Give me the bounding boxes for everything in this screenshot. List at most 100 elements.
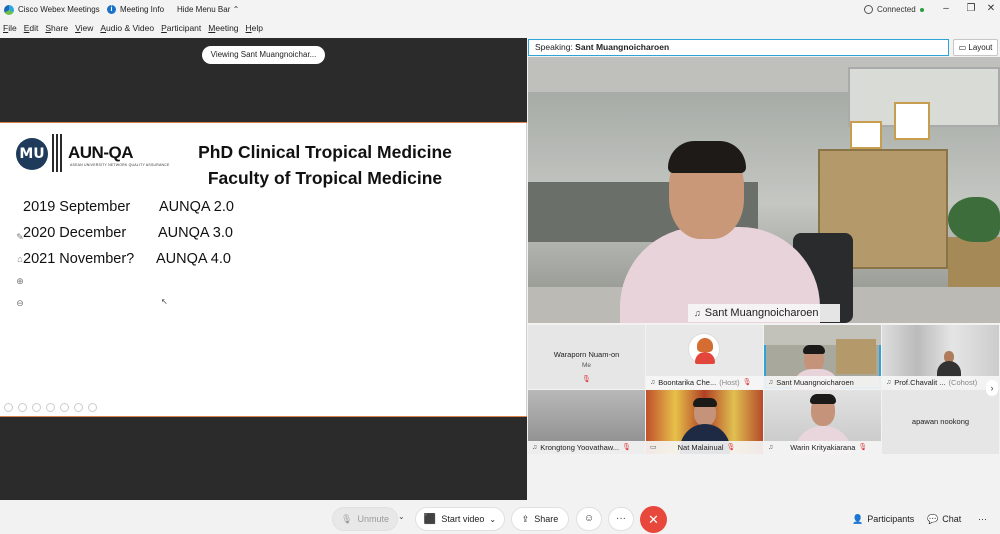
webex-logo-icon: [4, 4, 14, 15]
more-options-button[interactable]: ···: [608, 507, 634, 531]
slide-row-version: AUNQA 3.0: [158, 225, 233, 241]
tool-forward-icon[interactable]: [18, 403, 27, 412]
menu-audio-video[interactable]: Audio & Video: [100, 23, 154, 33]
video-certificate: [850, 121, 882, 149]
participant-tile[interactable]: ♫ Prof.Chavalit ... (Cohost): [882, 325, 999, 389]
maximize-button[interactable]: ❐: [960, 0, 982, 19]
slide-bottom-toolbar: [4, 403, 97, 413]
aunqa-logo-subtitle: ASEAN UNIVERSITY NETWORK QUALITY ASSURAN…: [70, 163, 170, 167]
aunqa-logo-bars: [52, 134, 66, 172]
tool-more-icon[interactable]: [74, 403, 83, 412]
participant-tile[interactable]: apawan nookong: [882, 390, 999, 454]
reactions-button[interactable]: ☺: [576, 507, 602, 531]
zoom-in-icon[interactable]: ⊕: [10, 270, 30, 292]
app-title: Cisco Webex Meetings: [4, 0, 100, 19]
speaking-name: Sant Muangnoicharoen: [575, 42, 670, 52]
start-video-button[interactable]: ⬛ Start video ⌄: [415, 507, 505, 531]
participant-label: ♫ Prof.Chavalit ... (Cohost): [882, 376, 999, 389]
menu-share[interactable]: Share: [45, 23, 68, 33]
participant-label: ♫ Boontarika Che... (Host) 🎙: [646, 376, 763, 389]
tool-grid-icon[interactable]: [46, 403, 55, 412]
connection-status[interactable]: Connected: [864, 0, 924, 19]
participant-role: (Host): [719, 378, 740, 387]
start-video-label: Start video: [441, 514, 485, 524]
menu-audio-video-label: udio & Video: [106, 23, 155, 33]
menu-view[interactable]: View: [75, 23, 93, 33]
participant-name: Waraporn Nuam-on: [553, 350, 620, 359]
annotation-toolbar: ✎ ⌂ ⊕ ⊖: [10, 226, 30, 316]
unmute-button[interactable]: 🎙 Unmute: [332, 507, 398, 531]
aunqa-logo: AUN-QA: [68, 143, 134, 162]
audio-icon: ♫: [768, 379, 774, 386]
panel-options-button[interactable]: ···: [978, 507, 987, 531]
chat-button[interactable]: 💬 Chat: [927, 507, 961, 531]
video-certificate: [894, 102, 930, 140]
menu-participant[interactable]: Participant: [161, 23, 201, 33]
zoom-out-icon[interactable]: ⊖: [10, 292, 30, 314]
slide-top-border: [0, 122, 527, 123]
meeting-info-button[interactable]: i Meeting Info: [107, 0, 164, 19]
share-button[interactable]: ⇪ Share: [511, 507, 569, 531]
audio-icon: ♫: [886, 379, 892, 386]
app-name: Cisco Webex Meetings: [18, 5, 100, 14]
participant-name: Boontarika Che...: [658, 378, 717, 387]
unmute-options-chevron-icon[interactable]: ⌄: [398, 512, 405, 521]
close-window-button[interactable]: ✕: [980, 0, 1000, 19]
unmute-label: Unmute: [357, 514, 389, 524]
tool-pen-icon[interactable]: [32, 403, 41, 412]
close-icon: ✕: [648, 512, 659, 527]
tool-options-icon[interactable]: [88, 403, 97, 412]
menu-edit[interactable]: Edit: [24, 23, 39, 33]
status-dot-icon: [919, 7, 924, 12]
connection-label: Connected: [877, 5, 916, 14]
muted-mic-icon: 🎙: [742, 379, 752, 386]
participant-name: apawan nookong: [911, 417, 970, 426]
next-page-chevron-icon[interactable]: ›: [986, 380, 998, 396]
tool-back-icon[interactable]: [4, 403, 13, 412]
chat-label: Chat: [942, 514, 962, 524]
video-panel: Speaking: Sant Muangnoicharoen ▭ Layout …: [528, 38, 1000, 500]
menu-file[interactable]: File: [3, 23, 17, 33]
menu-help-label: elp: [251, 23, 264, 33]
menu-help[interactable]: Help: [246, 23, 263, 33]
video-options-chevron-icon[interactable]: ⌄: [489, 515, 496, 524]
audio-icon: ♫: [650, 379, 656, 386]
participant-tile[interactable]: ♫ Boontarika Che... (Host) 🎙: [646, 325, 763, 389]
annotate-icon[interactable]: ✎: [10, 226, 30, 248]
pointer-icon[interactable]: ⌂: [10, 248, 30, 270]
speaker-hair: [668, 141, 746, 173]
hide-menu-bar-button[interactable]: Hide Menu Bar ⌃: [177, 0, 239, 19]
menu-meeting[interactable]: Meeting: [208, 23, 238, 33]
participant-tile[interactable]: ♫ Sant Muangnoicharoen: [764, 325, 881, 389]
muted-mic-icon: 🎙: [858, 444, 868, 451]
leave-meeting-button[interactable]: ✕: [640, 506, 667, 533]
screen-icon: ▭: [650, 444, 657, 451]
participant-tile[interactable]: ♫ Warin Krityakiarana 🎙: [764, 390, 881, 454]
participant-tile[interactable]: ♫ Krongtong Yoovathaw... 🎙: [528, 390, 645, 454]
active-speaker-video[interactable]: ♫ Sant Muangnoicharoen: [528, 57, 1000, 323]
minimize-button[interactable]: –: [935, 0, 957, 19]
menu-participant-label: articipant: [166, 23, 202, 33]
shared-content-panel[interactable]: Viewing Sant Muangnoichar... MU AUN-QA A…: [0, 38, 527, 500]
layout-label: Layout: [968, 43, 993, 52]
info-icon: i: [107, 5, 116, 14]
smiley-icon: ☺: [583, 513, 595, 524]
audio-icon: ♫: [694, 308, 701, 318]
video-plant: [948, 197, 1000, 242]
participant-name: Sant Muangnoicharoen: [776, 378, 854, 387]
connection-icon: [864, 5, 873, 14]
participants-label: Participants: [867, 514, 915, 524]
layout-button[interactable]: ▭ Layout: [953, 39, 998, 56]
tool-zoom-icon[interactable]: [60, 403, 69, 412]
participant-tile[interactable]: ▭ Nat Malainual 🎙: [646, 390, 763, 454]
menu-bar: File Edit Share View Audio & Video Parti…: [0, 19, 1000, 37]
slide-title-line2: Faculty of Tropical Medicine: [207, 168, 443, 188]
video-icon: ⬛: [423, 513, 437, 525]
participant-label: ♫ Krongtong Yoovathaw... 🎙: [528, 441, 645, 454]
viewing-indicator[interactable]: Viewing Sant Muangnoichar...: [202, 46, 325, 64]
participants-button[interactable]: 👤 Participants: [852, 507, 914, 531]
hide-menu-bar-label: Hide Menu Bar ⌃: [177, 5, 240, 14]
participant-role: (Cohost): [948, 378, 978, 387]
participant-tile[interactable]: Waraporn Nuam-on Me 🎙: [528, 325, 645, 389]
menu-view-label: iew: [80, 23, 94, 33]
